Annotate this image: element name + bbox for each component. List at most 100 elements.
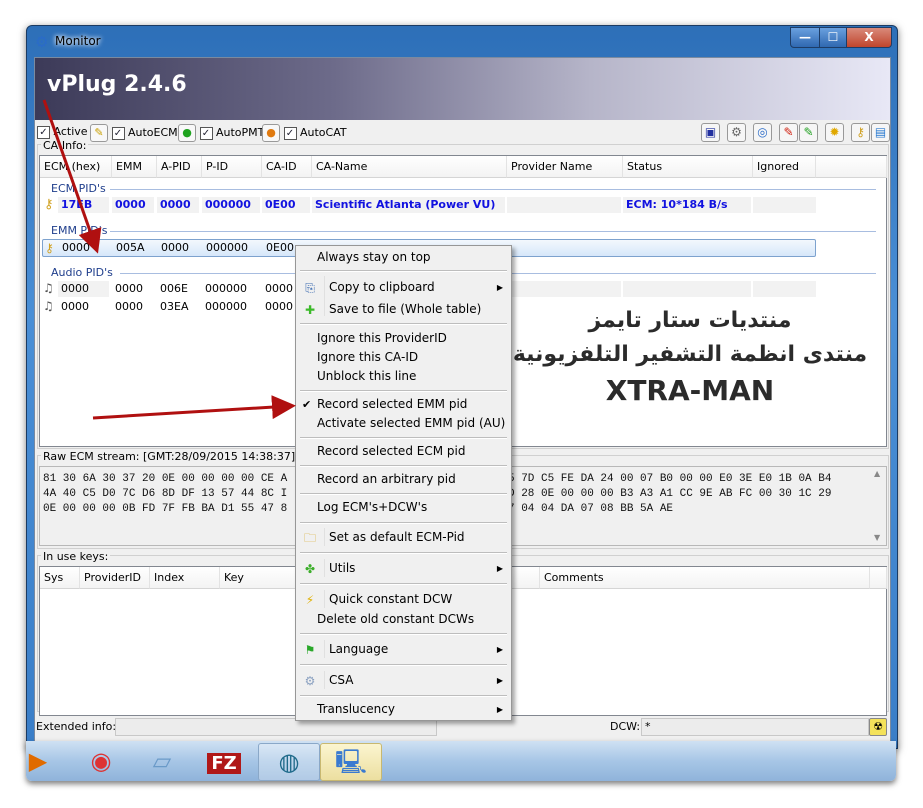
orange-globe-icon[interactable]: ● xyxy=(262,124,280,142)
database-icon[interactable]: ▤ xyxy=(871,123,890,142)
app-banner: vPlug 2.4.6 xyxy=(35,58,890,120)
menu-separator xyxy=(300,437,507,439)
music-note-icon: ♫ xyxy=(43,281,54,295)
active-checkbox[interactable]: ✓ Active xyxy=(37,124,88,140)
menu-item-save-to-file[interactable]: ✚ Save to file (Whole table) xyxy=(296,300,511,319)
col-apid[interactable]: A-PID xyxy=(157,156,202,178)
extended-info-label: Extended info: xyxy=(36,720,117,733)
menu-item-ignore-provider-id[interactable]: Ignore this ProviderID xyxy=(296,329,511,348)
raw-ecm-label: Raw ECM stream: [GMT:28/09/2015 14:38:37… xyxy=(41,450,298,463)
menu-item-ignore-ca-id[interactable]: Ignore this CA-ID xyxy=(296,348,511,367)
menu-label: CSA xyxy=(329,673,354,687)
menu-item-record-arbitrary-pid[interactable]: Record an arbitrary pid xyxy=(296,470,511,489)
yellow-gear-icon[interactable]: ✹ xyxy=(825,123,844,142)
menu-item-set-default-ecm-pid[interactable]: 🗀 Set as default ECM-Pid xyxy=(296,528,511,547)
menu-label: Unblock this line xyxy=(317,369,417,383)
hex-line: 5 7D C5 FE DA 24 00 07 B0 00 00 E0 3E E0… xyxy=(508,473,832,485)
cell-ca-name: Scientific Atlanta (Power VU) xyxy=(312,197,505,213)
col-ca-name[interactable]: CA-Name xyxy=(312,156,507,178)
menu-label: Quick constant DCW xyxy=(329,592,453,606)
col-comments[interactable]: Comments xyxy=(540,567,870,589)
col-provider-id[interactable]: ProviderID xyxy=(80,567,150,589)
cell-provider xyxy=(507,281,621,297)
menu-item-quick-constant-dcw[interactable]: ⚡ Quick constant DCW xyxy=(296,590,511,609)
maximize-button[interactable]: ☐ xyxy=(819,27,847,48)
checkbox-checked-icon[interactable]: ✓ xyxy=(111,126,125,140)
screwdriver-icon[interactable]: ✎ xyxy=(90,124,108,142)
red-screwdriver-icon[interactable]: ✎ xyxy=(779,123,798,142)
autocat-checkbox[interactable]: ● ✓ AutoCAT xyxy=(262,124,347,142)
dcw-field: * xyxy=(641,718,869,736)
green-screwdriver-icon[interactable]: ✎ xyxy=(799,123,818,142)
checkbox-checked-icon[interactable]: ✓ xyxy=(37,125,50,139)
filezilla-icon[interactable]: FZ xyxy=(194,743,254,779)
save-icon[interactable]: ▣ xyxy=(701,123,720,142)
menu-separator xyxy=(300,695,507,697)
refresh-settings-icon[interactable]: ◎ xyxy=(753,123,772,142)
menu-item-always-on-top[interactable]: Always stay on top xyxy=(296,248,511,267)
scroll-up-icon[interactable]: ▲ xyxy=(874,469,880,478)
cell-ecm: 0000 xyxy=(58,281,109,297)
col-filler xyxy=(870,567,887,589)
folder-icon: 🗀 xyxy=(303,531,316,545)
menu-item-log-ecms-dcws[interactable]: Log ECM's+DCW's xyxy=(296,498,511,517)
menu-item-copy-to-clipboard[interactable]: ⎘ Copy to clipboard ▶ xyxy=(296,278,511,297)
menu-label: Activate selected EMM pid (AU) xyxy=(317,416,506,430)
section-ecm-pids: ECM PID's xyxy=(51,182,106,195)
submenu-arrow-icon: ▶ xyxy=(496,564,503,573)
close-button[interactable]: X xyxy=(846,27,892,48)
keys-label: In use keys: xyxy=(41,550,111,563)
autoecm-checkbox[interactable]: ✎ ✓ AutoECM xyxy=(90,124,178,142)
autopmt-checkbox[interactable]: ● ✓ AutoPMT xyxy=(178,124,264,142)
hex-line: 81 30 6A 30 37 20 0E 00 00 00 00 CE A xyxy=(43,473,288,485)
menu-item-utils[interactable]: ✤ Utils ▶ xyxy=(296,559,511,578)
vertical-scrollbar[interactable]: ▲ ▼ xyxy=(870,467,886,545)
notepad-icon[interactable]: ▱ xyxy=(132,743,192,779)
watermark-line-2: منتدى انظمة التشفير التلفزيونية xyxy=(512,342,868,367)
gear-export-icon[interactable]: ⚙ xyxy=(727,123,746,142)
checkbox-checked-icon[interactable]: ✓ xyxy=(283,126,297,140)
menu-separator xyxy=(300,323,507,325)
checkmark-icon: ✔ xyxy=(302,398,312,411)
cell-pid: 000000 xyxy=(202,197,260,213)
taskbar: ▶ ◉ ▱ FZ ◍ 🖳 xyxy=(26,741,896,781)
checkbox-checked-icon[interactable]: ✓ xyxy=(199,126,213,140)
menu-item-delete-old-dcws[interactable]: Delete old constant DCWs xyxy=(296,610,511,629)
radiation-icon[interactable]: ☢ xyxy=(869,718,887,736)
menu-item-record-ecm-pid[interactable]: Record selected ECM pid xyxy=(296,442,511,461)
submenu-arrow-icon: ▶ xyxy=(496,676,503,685)
chrome-icon[interactable]: ◉ xyxy=(71,743,131,779)
col-caid[interactable]: CA-ID xyxy=(262,156,312,178)
col-sys[interactable]: Sys xyxy=(40,567,80,589)
menu-label: Language xyxy=(329,642,389,656)
network-server-icon[interactable]: ◍ xyxy=(258,743,320,781)
key-icon[interactable]: ⚷ xyxy=(851,123,870,142)
cell-pid: 000000 xyxy=(205,282,247,295)
menu-item-csa[interactable]: ⚙ CSA ▶ xyxy=(296,671,511,690)
menu-separator xyxy=(300,465,507,467)
col-ignored[interactable]: Ignored xyxy=(753,156,816,178)
scroll-down-icon[interactable]: ▼ xyxy=(874,533,880,542)
col-pid[interactable]: P-ID xyxy=(202,156,262,178)
menu-separator xyxy=(300,390,507,392)
menu-label: Save to file (Whole table) xyxy=(329,302,482,316)
menu-item-language[interactable]: ⚑ Language ▶ xyxy=(296,640,511,659)
col-status[interactable]: Status xyxy=(623,156,753,178)
satellite-monitor-icon[interactable]: 🖳 xyxy=(320,743,382,781)
col-ecm-hex[interactable]: ECM (hex) xyxy=(40,156,112,178)
menu-item-record-emm-pid[interactable]: ✔ Record selected EMM pid xyxy=(296,395,511,414)
menu-item-translucency[interactable]: Translucency ▶ xyxy=(296,700,511,719)
minimize-button[interactable]: — xyxy=(790,27,820,48)
green-globe-icon[interactable]: ● xyxy=(178,124,196,142)
watermark-line-3: XTRA-MAN xyxy=(605,374,775,407)
col-index[interactable]: Index xyxy=(150,567,220,589)
ecm-row[interactable]: ⚷ 17EB 0000 0000 000000 0E00 Scientific … xyxy=(42,197,816,213)
col-emm[interactable]: EMM xyxy=(112,156,157,178)
menu-item-unblock-line[interactable]: Unblock this line xyxy=(296,367,511,386)
flag-icon: ⚑ xyxy=(304,643,316,657)
title-bar[interactable]: ⚙ Monitor — ☐ X xyxy=(27,26,897,56)
media-player-icon[interactable]: ▶ xyxy=(26,743,50,779)
menu-item-activate-emm-pid[interactable]: Activate selected EMM pid (AU) xyxy=(296,414,511,433)
menu-separator xyxy=(300,633,507,635)
col-provider-name[interactable]: Provider Name xyxy=(507,156,623,178)
